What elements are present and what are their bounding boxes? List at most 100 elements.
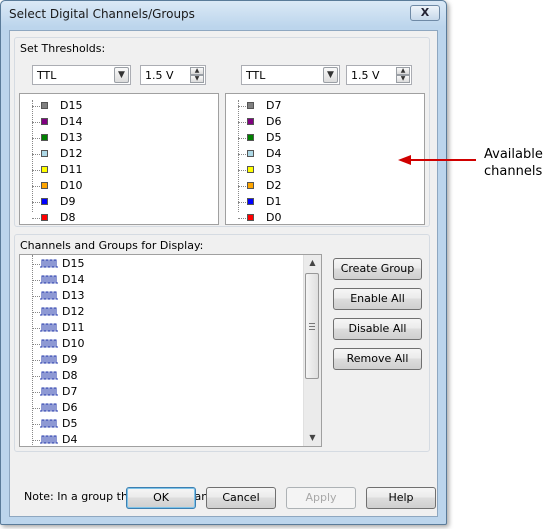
close-button[interactable]: X (410, 5, 440, 21)
channel-label: D9 (60, 195, 76, 208)
display-group-label: Channels and Groups for Display: (20, 239, 204, 252)
available-channels-annotation: Available channels (484, 146, 543, 180)
channel-label: D14 (60, 115, 83, 128)
channel-color-swatch (247, 182, 254, 189)
thresholds-group-label: Set Thresholds: (20, 42, 106, 55)
create-group-button[interactable]: Create Group (333, 258, 422, 280)
channel-label: D6 (266, 115, 282, 128)
window-title: Select Digital Channels/Groups (9, 7, 195, 21)
right-threshold-voltage-spinner[interactable]: 1.5 V ▲ ▼ (346, 65, 412, 85)
channel-label: D8 (62, 369, 78, 382)
channel-label: D11 (60, 163, 83, 176)
channel-label: D7 (62, 385, 78, 398)
channel-label: D4 (62, 433, 78, 446)
spin-up-icon[interactable]: ▲ (396, 67, 410, 75)
channel-color-swatch (41, 150, 48, 157)
channel-label: D8 (60, 211, 76, 224)
enable-all-button[interactable]: Enable All (333, 288, 422, 310)
available-channels-list-high[interactable]: D15 D14 D13 D12 D11 D10 D9 D8 (19, 93, 219, 225)
digital-wave-icon (40, 259, 58, 268)
channel-label: D9 (62, 353, 78, 366)
disable-all-button[interactable]: Disable All (333, 318, 422, 340)
channel-label: D1 (266, 195, 282, 208)
annotation-line-2: channels (484, 164, 543, 179)
channel-label: D13 (60, 131, 83, 144)
channel-color-swatch (247, 214, 254, 221)
digital-wave-icon (40, 419, 58, 428)
remove-all-button[interactable]: Remove All (333, 348, 422, 370)
title-bar[interactable]: Select Digital Channels/Groups X (1, 1, 446, 27)
channel-label: D3 (266, 163, 282, 176)
channel-label: D4 (266, 147, 282, 160)
channel-color-swatch (247, 150, 254, 157)
channel-color-swatch (41, 166, 48, 173)
channel-color-swatch (41, 134, 48, 141)
tree-line (32, 100, 33, 212)
tree-line (32, 255, 33, 445)
channel-label: D6 (62, 401, 78, 414)
scroll-down-icon[interactable]: ▼ (304, 430, 321, 446)
channel-color-swatch (41, 214, 48, 221)
digital-wave-icon (40, 275, 58, 284)
chevron-down-icon[interactable]: ▼ (323, 67, 338, 83)
available-channels-list-low[interactable]: D7 D6 D5 D4 D3 D2 D1 D0 (225, 93, 425, 225)
right-logic-family-select[interactable]: TTL ▼ (241, 65, 340, 85)
channel-label: D15 (60, 99, 83, 112)
left-logic-family-select[interactable]: TTL ▼ (32, 65, 131, 85)
digital-wave-icon (40, 307, 58, 316)
channel-label: D10 (62, 337, 85, 350)
channel-label: D10 (60, 179, 83, 192)
channel-label: D7 (266, 99, 282, 112)
channel-label: D13 (62, 289, 85, 302)
apply-button[interactable]: Apply (286, 487, 356, 509)
channel-label: D5 (266, 131, 282, 144)
channel-color-swatch (247, 102, 254, 109)
channel-label: D5 (62, 417, 78, 430)
channel-color-swatch (247, 166, 254, 173)
chevron-down-icon[interactable]: ▼ (114, 67, 129, 83)
digital-wave-icon (40, 403, 58, 412)
channel-color-swatch (41, 182, 48, 189)
spin-down-icon[interactable]: ▼ (190, 75, 204, 83)
annotation-line-1: Available (484, 147, 543, 162)
digital-wave-icon (40, 339, 58, 348)
callout-arrow-head (398, 155, 411, 165)
digital-wave-icon (40, 435, 58, 444)
left-threshold-voltage-value: 1.5 V (145, 69, 174, 82)
channel-color-swatch (247, 198, 254, 205)
channel-color-swatch (41, 102, 48, 109)
left-threshold-voltage-spinner[interactable]: 1.5 V ▲ ▼ (140, 65, 206, 85)
dialog-client-area: Set Thresholds: TTL ▼ 1.5 V ▲ ▼ TTL ▼ 1.… (9, 30, 438, 517)
help-button[interactable]: Help (366, 487, 436, 509)
channel-color-swatch (247, 118, 254, 125)
channel-label: D12 (62, 305, 85, 318)
vertical-scrollbar[interactable]: ▲ ▼ (303, 255, 321, 446)
right-logic-family-value: TTL (246, 69, 266, 82)
right-threshold-voltage-value: 1.5 V (351, 69, 380, 82)
spin-down-icon[interactable]: ▼ (396, 75, 410, 83)
channel-label: D11 (62, 321, 85, 334)
channel-label: D14 (62, 273, 85, 286)
channel-label: D2 (266, 179, 282, 192)
display-channels-list[interactable]: D15 D14 D13 D12 D11 D10 D9 D8 D7 D6 D5 D… (19, 254, 322, 447)
channel-color-swatch (41, 198, 48, 205)
digital-wave-icon (40, 387, 58, 396)
scroll-up-icon[interactable]: ▲ (304, 255, 321, 271)
thresholds-group: Set Thresholds: TTL ▼ 1.5 V ▲ ▼ TTL ▼ 1.… (14, 37, 430, 227)
dialog-window: Select Digital Channels/Groups X Set Thr… (0, 0, 447, 525)
digital-wave-icon (40, 291, 58, 300)
cancel-button[interactable]: Cancel (206, 487, 276, 509)
grip-icon (309, 323, 315, 330)
callout-arrow-icon (398, 155, 476, 165)
ok-button[interactable]: OK (126, 487, 196, 509)
digital-wave-icon (40, 323, 58, 332)
digital-wave-icon (40, 355, 58, 364)
channel-color-swatch (247, 134, 254, 141)
channel-label: D0 (266, 211, 282, 224)
digital-wave-icon (40, 371, 58, 380)
scrollbar-thumb[interactable] (305, 273, 319, 379)
left-logic-family-value: TTL (37, 69, 57, 82)
spin-up-icon[interactable]: ▲ (190, 67, 204, 75)
channel-color-swatch (41, 118, 48, 125)
channel-label: D12 (60, 147, 83, 160)
